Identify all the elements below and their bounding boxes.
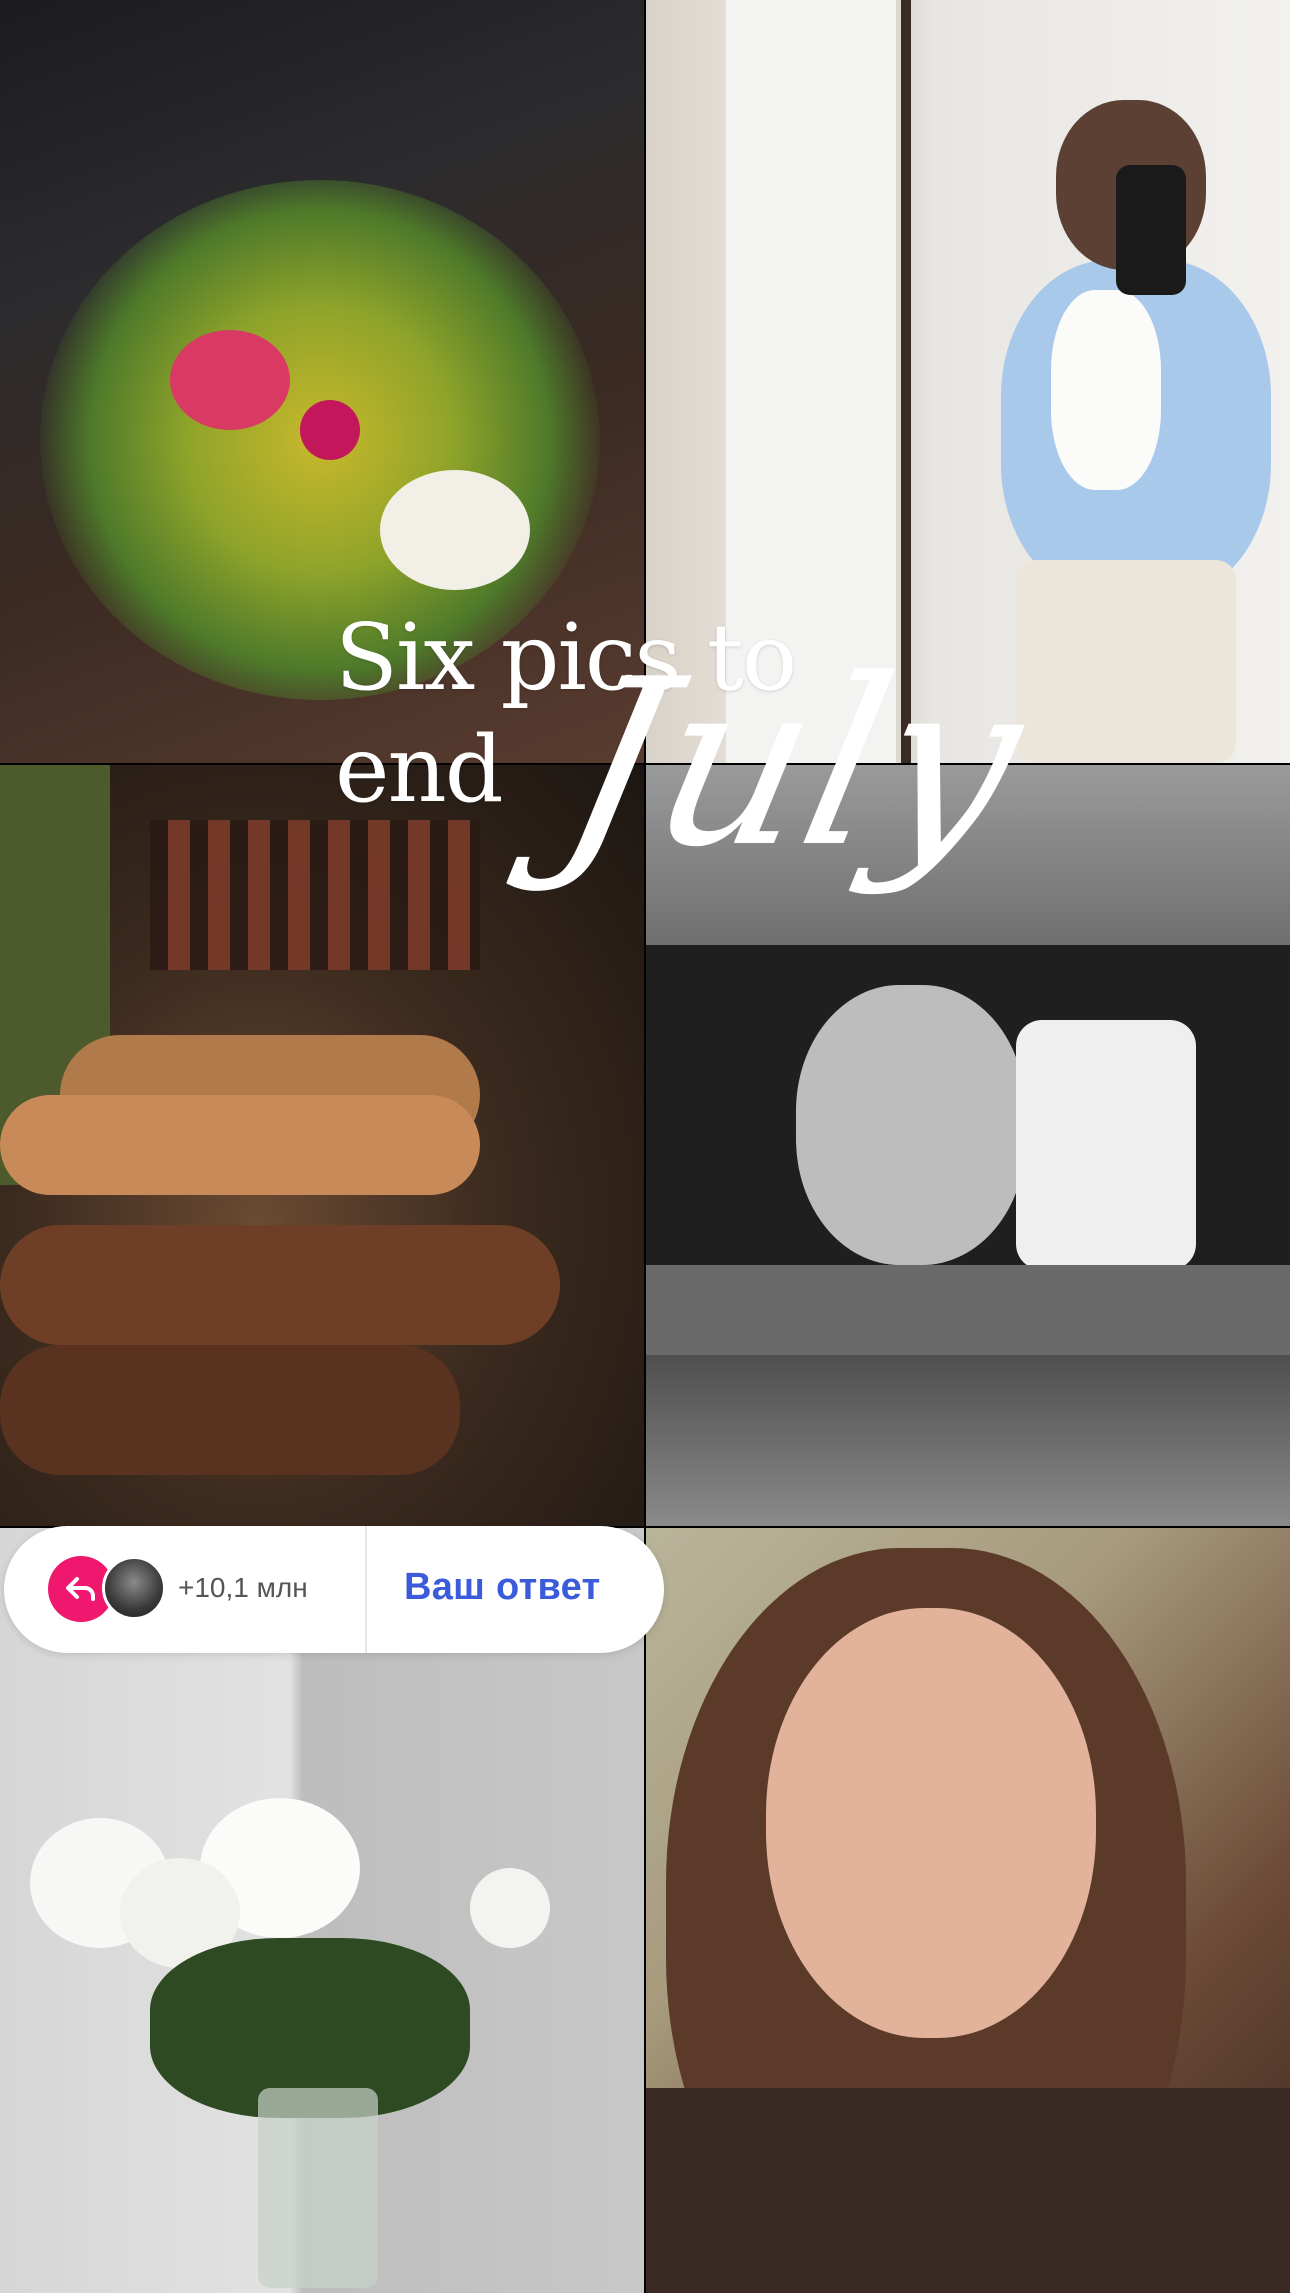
divider xyxy=(365,1526,367,1653)
reply-bar[interactable]: +10,1 млн Ваш ответ xyxy=(4,1526,664,1653)
photo-barbecue xyxy=(0,765,644,1526)
photo-portrait xyxy=(646,1528,1290,2293)
your-reply-button[interactable]: Ваш ответ xyxy=(404,1566,601,1609)
photo-bouquet-in-car xyxy=(0,0,644,763)
photo-car-mirror-selfie xyxy=(646,765,1290,1526)
photo-mirror-selfie xyxy=(646,0,1290,763)
reply-count: +10,1 млн xyxy=(178,1572,308,1603)
avatar xyxy=(102,1556,166,1620)
